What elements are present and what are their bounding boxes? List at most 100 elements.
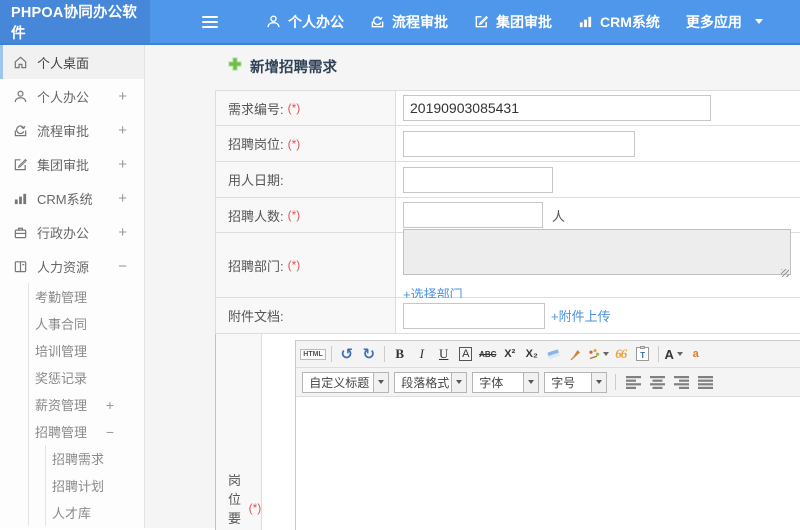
- expand-plus-icon[interactable]: +: [118, 156, 127, 173]
- color-dots-button[interactable]: [588, 344, 609, 364]
- form-row-hire-date: 用人日期:: [215, 162, 800, 198]
- request-no-input[interactable]: [403, 95, 711, 121]
- collapse-minus-icon[interactable]: −: [118, 258, 127, 275]
- person-icon: [12, 89, 28, 104]
- bar-chart-icon: [12, 191, 28, 206]
- nav-workflow-approval[interactable]: 流程审批: [370, 12, 448, 32]
- align-right-icon[interactable]: [672, 372, 691, 392]
- sidebar-item-attendance-mgmt[interactable]: 考勤管理: [29, 283, 144, 310]
- paste-as-text-button[interactable]: T: [633, 344, 653, 364]
- chevron-down-icon: [523, 372, 539, 392]
- nav-more-apps[interactable]: 更多应用: [686, 12, 742, 32]
- brush-button[interactable]: [566, 344, 586, 364]
- editor-toolbar-row1: HTML ↺ ↻ B I U A ABC X² X₂ 66 T A a: [296, 341, 800, 368]
- sidebar-item-workflow-approval[interactable]: 流程审批 +: [0, 113, 144, 147]
- html-source-button[interactable]: HTML: [300, 344, 326, 364]
- sidebar-item-hr-contracts[interactable]: 人事合同: [29, 310, 144, 337]
- required-mark: (*): [287, 101, 301, 115]
- sidebar-item-crm-system[interactable]: CRM系统 +: [0, 181, 144, 215]
- rich-text-editor: HTML ↺ ↻ B I U A ABC X² X₂ 66 T A a 自定义标…: [295, 340, 800, 530]
- hr-submenu: 考勤管理 人事合同 培训管理 奖惩记录 薪资管理 + 招聘管理 − 招聘需求 招…: [28, 283, 144, 526]
- briefcase-icon: [12, 225, 28, 240]
- edit-square-icon: [474, 14, 489, 29]
- underline-button[interactable]: U: [434, 344, 454, 364]
- sidebar-item-salary-mgmt[interactable]: 薪资管理 +: [29, 391, 144, 418]
- chevron-down-icon: [373, 372, 389, 392]
- person-icon: [266, 14, 281, 29]
- eraser-button[interactable]: [544, 344, 564, 364]
- bold-button[interactable]: B: [390, 344, 410, 364]
- app-logo: PHPOA协同办公软件: [0, 0, 150, 43]
- form-row-requirements: 岗位要求: (*) HTML ↺ ↻ B I U: [215, 334, 800, 530]
- sidebar-item-admin-office[interactable]: 行政办公 +: [0, 215, 144, 249]
- sidebar-item-personal-office[interactable]: 个人办公 +: [0, 79, 144, 113]
- home-icon: [12, 55, 28, 70]
- required-mark: (*): [287, 258, 301, 272]
- chevron-down-icon: [676, 352, 683, 356]
- subscript-button[interactable]: X₂: [522, 344, 542, 364]
- nav-group-approval[interactable]: 集团审批: [474, 12, 552, 32]
- sidebar-item-recruitment-request[interactable]: 招聘需求: [46, 445, 144, 472]
- align-justify-icon[interactable]: [696, 372, 715, 392]
- collapse-minus-icon[interactable]: −: [106, 424, 114, 440]
- editor-toolbar-row2: 自定义标题 段落格式 字体 字号: [296, 368, 800, 397]
- top-bar: PHPOA协同办公软件 个人办公 流程审批 集团审批 CRM系统 更多应用: [0, 0, 800, 45]
- sidebar-item-personal-desktop[interactable]: 个人桌面: [0, 45, 144, 79]
- headcount-input[interactable]: [403, 202, 543, 228]
- font-family-select[interactable]: 字体: [472, 371, 540, 393]
- sidebar-item-recruitment-mgmt[interactable]: 招聘管理 −: [29, 418, 144, 445]
- chevron-down-icon[interactable]: [754, 19, 763, 24]
- expand-plus-icon[interactable]: +: [118, 190, 127, 207]
- form-row-department: 招聘部门: (*) +选择部门: [215, 228, 800, 302]
- attachment-input[interactable]: [403, 302, 545, 329]
- chevron-down-icon: [451, 372, 467, 392]
- strikethrough-button[interactable]: ABC: [478, 344, 498, 364]
- edit-square-icon: [12, 157, 28, 172]
- menu-toggle-icon[interactable]: [202, 15, 218, 28]
- custom-heading-select[interactable]: 自定义标题: [302, 371, 390, 393]
- department-textarea[interactable]: [403, 228, 791, 275]
- expand-plus-icon[interactable]: +: [118, 224, 127, 241]
- expand-plus-icon[interactable]: +: [118, 88, 127, 105]
- editor-content-area[interactable]: [296, 397, 800, 530]
- form-row-position: 招聘岗位: (*): [215, 126, 800, 162]
- form-row-attachment: 附件文档: +附件上传: [215, 298, 800, 334]
- redo-button[interactable]: ↻: [359, 344, 379, 364]
- workflow-icon: [370, 14, 385, 29]
- recruitment-submenu: 招聘需求 招聘计划 人才库: [45, 445, 144, 526]
- top-nav: 个人办公 流程审批 集团审批 CRM系统 更多应用: [150, 0, 800, 43]
- position-input[interactable]: [403, 130, 635, 157]
- superscript-button[interactable]: X²: [500, 344, 520, 364]
- sidebar-item-recruitment-plan[interactable]: 招聘计划: [46, 472, 144, 499]
- sidebar-item-reward-punishment[interactable]: 奖惩记录: [29, 364, 144, 391]
- headcount-unit: 人: [552, 208, 566, 224]
- chevron-down-icon: [602, 352, 609, 356]
- chevron-down-icon: [591, 372, 607, 392]
- attachment-upload-link[interactable]: +附件上传: [551, 306, 611, 325]
- undo-button[interactable]: ↺: [337, 344, 357, 364]
- sidebar-item-training-mgmt[interactable]: 培训管理: [29, 337, 144, 364]
- recruitment-request-form: 需求编号: (*) 招聘岗位: (*) 用人日期:: [215, 90, 800, 530]
- expand-plus-icon[interactable]: +: [106, 397, 114, 413]
- hr-book-icon: [12, 259, 28, 274]
- nav-personal-office[interactable]: 个人办公: [266, 12, 344, 32]
- hire-date-input[interactable]: [403, 166, 553, 193]
- blockquote-button[interactable]: 66: [611, 344, 631, 364]
- align-center-icon[interactable]: [648, 372, 667, 392]
- sidebar-item-group-approval[interactable]: 集团审批 +: [0, 147, 144, 181]
- required-mark: (*): [287, 136, 301, 151]
- sidebar-item-human-resources[interactable]: 人力资源 −: [0, 249, 144, 283]
- nav-crm-system[interactable]: CRM系统: [578, 12, 660, 32]
- char-border-button[interactable]: A: [456, 344, 476, 364]
- italic-button[interactable]: I: [412, 344, 432, 364]
- resize-grip[interactable]: [781, 268, 789, 277]
- paragraph-format-select[interactable]: 段落格式: [394, 371, 468, 393]
- sidebar-item-talent-pool[interactable]: 人才库: [46, 499, 144, 526]
- clipboard-icon: T: [636, 346, 650, 361]
- form-row-request-no: 需求编号: (*): [215, 91, 800, 126]
- expand-plus-icon[interactable]: +: [118, 122, 127, 139]
- align-left-icon[interactable]: [624, 372, 643, 392]
- font-color-button[interactable]: A: [664, 344, 684, 364]
- font-size-select[interactable]: 字号: [544, 371, 608, 393]
- background-color-button[interactable]: a: [686, 344, 706, 364]
